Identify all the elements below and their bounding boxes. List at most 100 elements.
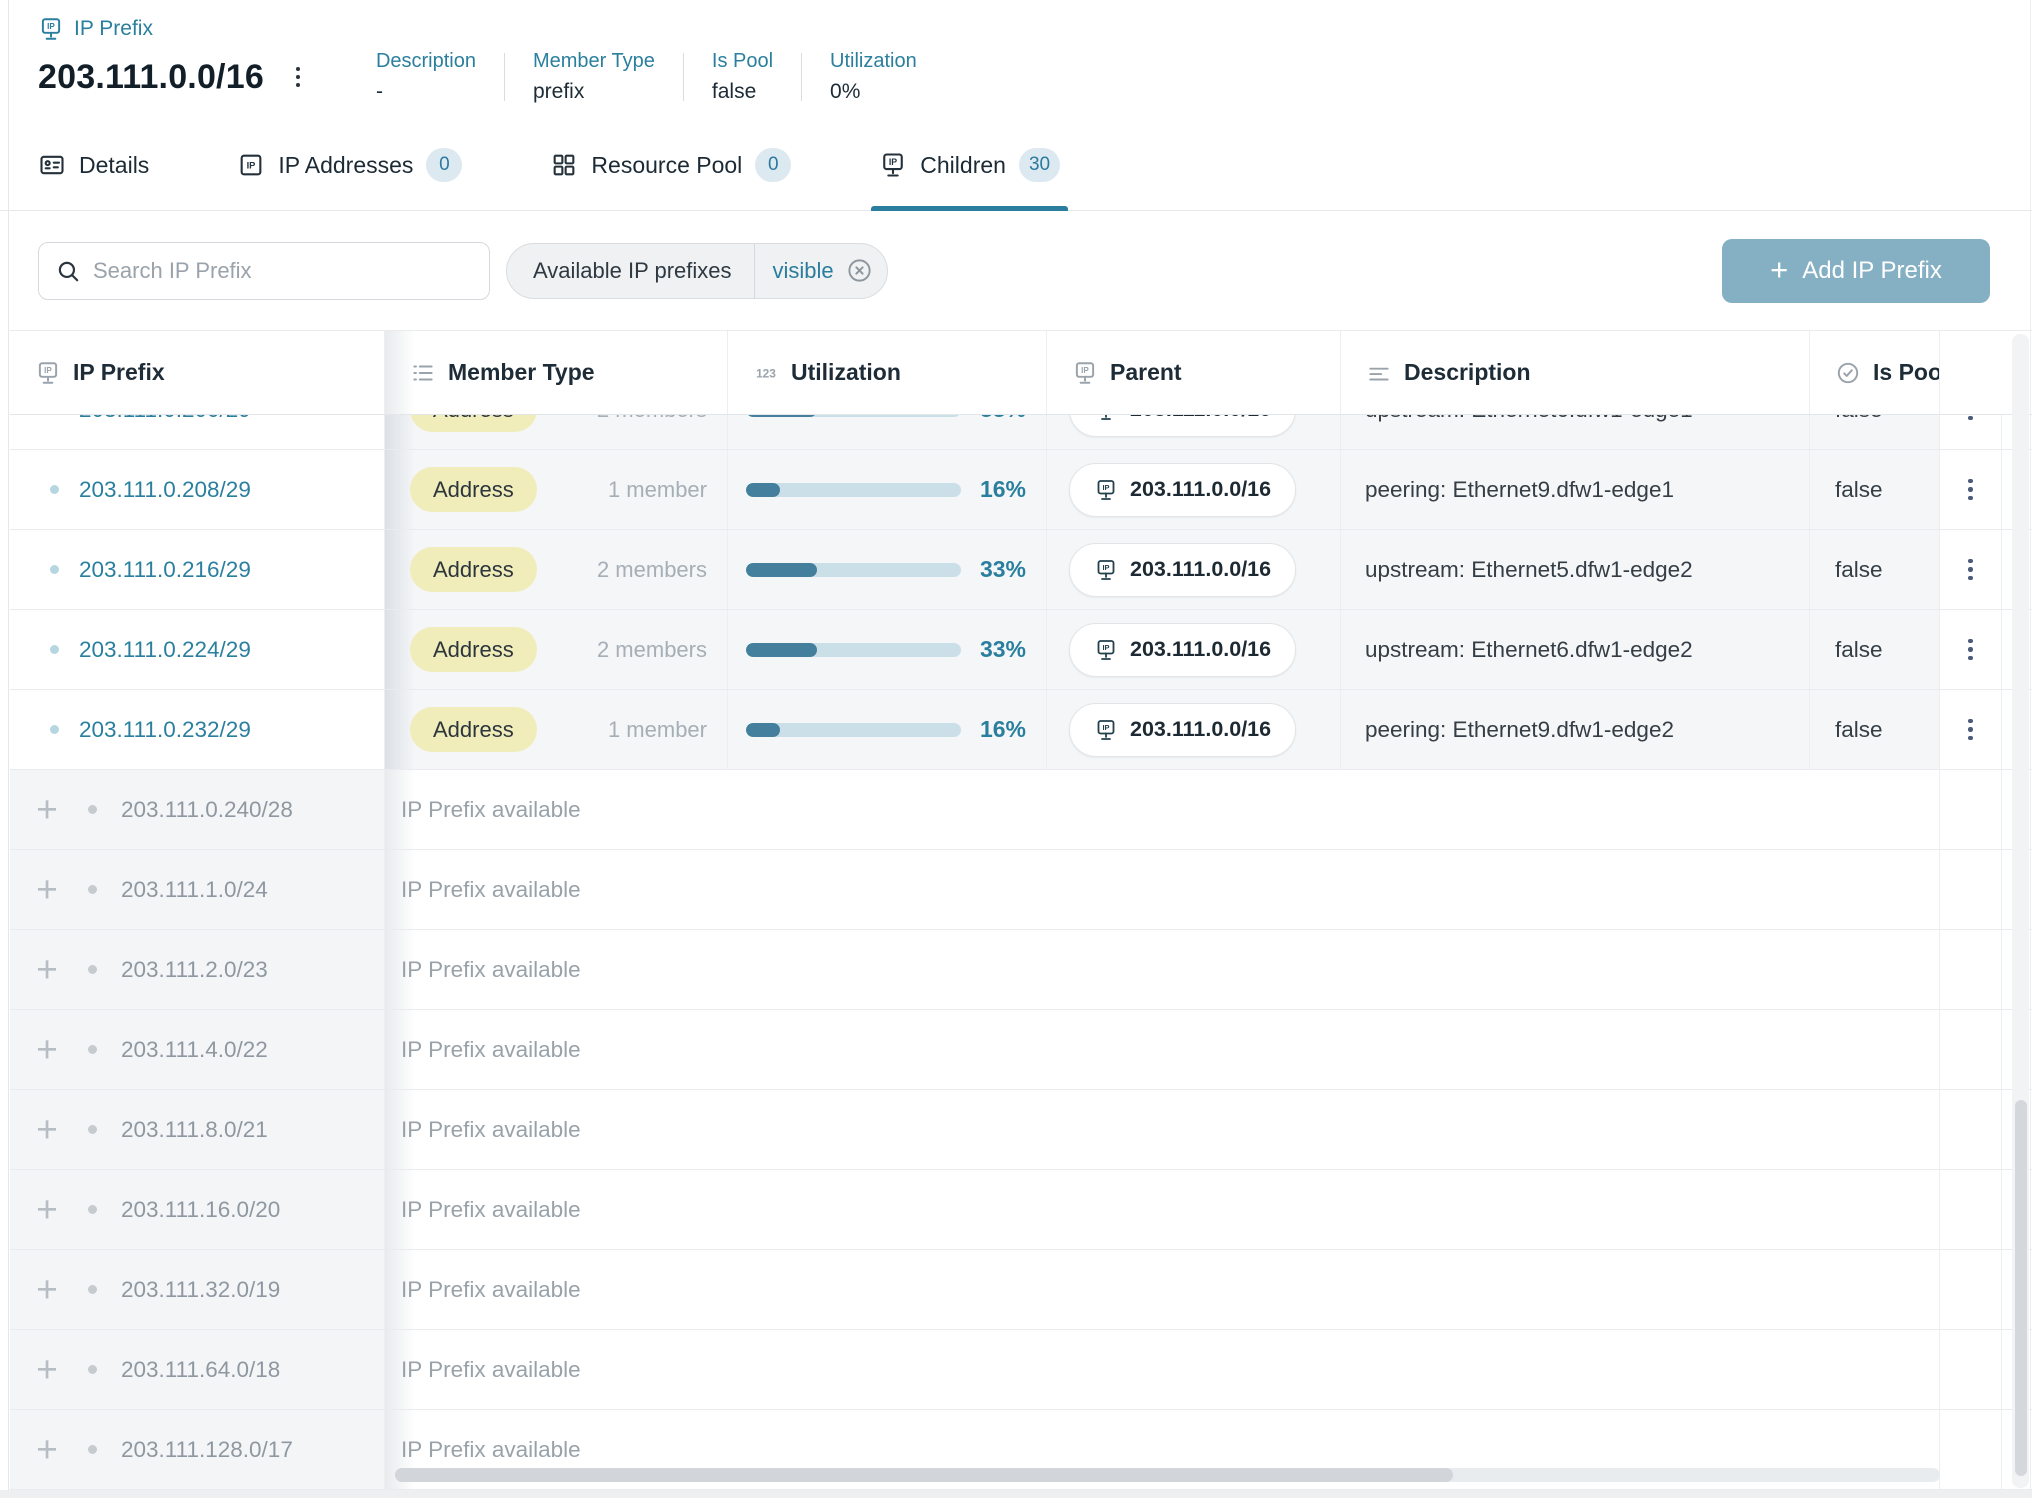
available-prefix-label: 203.111.4.0/22	[121, 1037, 268, 1063]
row-menu-button[interactable]	[1962, 415, 1979, 426]
member-type-badge: Address	[410, 415, 537, 432]
list-icon	[410, 360, 436, 386]
vertical-scrollbar-thumb[interactable]	[2015, 1100, 2027, 1476]
add-available-prefix-button[interactable]: +	[32, 951, 62, 988]
table-row: +203.111.32.0/19IP Prefix available	[10, 1250, 2032, 1330]
prefix-link[interactable]: 203.111.0.224/29	[79, 637, 251, 663]
add-ip-prefix-button[interactable]: Add IP Prefix	[1722, 239, 1990, 303]
add-available-prefix-button[interactable]: +	[32, 1431, 62, 1468]
cell-utilization: 33%	[728, 415, 1047, 449]
add-available-prefix-button[interactable]: +	[32, 791, 62, 828]
filter-chip[interactable]: Available IP prefixes visible	[506, 243, 888, 299]
horizontal-scrollbar-thumb[interactable]	[395, 1468, 1453, 1482]
column-header-ip-prefix[interactable]: IP IP Prefix	[10, 331, 385, 414]
meta-utilization: Utilization 0%	[802, 50, 945, 104]
tab-details[interactable]: Details	[38, 120, 149, 210]
member-type-badge: Address	[410, 547, 537, 592]
cell-actions	[1940, 610, 2002, 689]
member-count: 2 members	[597, 637, 707, 663]
utilization-percent: 16%	[980, 716, 1026, 743]
row-menu-button[interactable]	[1962, 473, 1979, 507]
table-row: +203.111.4.0/22IP Prefix available	[10, 1010, 2032, 1090]
parent-link[interactable]: IP203.111.0.0/16	[1069, 623, 1296, 677]
prefix-link[interactable]: 203.111.0.208/29	[79, 477, 251, 503]
svg-text:IP: IP	[1102, 483, 1109, 492]
cell-parent: IP203.111.0.0/16	[1047, 690, 1341, 769]
add-available-prefix-button[interactable]: +	[32, 1351, 62, 1388]
cell-actions	[1940, 850, 2002, 929]
prefix-link[interactable]: 203.111.0.216/29	[79, 557, 251, 583]
tab-badge: 30	[1019, 148, 1060, 182]
member-count: 1 member	[608, 477, 707, 503]
column-header-is-pool[interactable]: Is Pool	[1810, 331, 1940, 414]
filter-chip-value: visible	[755, 258, 846, 284]
tab-resource-pool[interactable]: Resource Pool 0	[550, 120, 791, 210]
member-count: 1 member	[608, 717, 707, 743]
add-available-prefix-button[interactable]: +	[32, 1271, 62, 1308]
svg-text:123: 123	[756, 366, 776, 380]
svg-text:IP: IP	[1102, 563, 1109, 572]
cell-is-pool: false	[1810, 450, 1940, 529]
table-row: +203.111.16.0/20IP Prefix available	[10, 1170, 2032, 1250]
tab-badge: 0	[426, 148, 462, 182]
ip-prefix-icon: IP	[35, 360, 61, 386]
meta-bar: Description - Member Type prefix Is Pool…	[348, 50, 945, 104]
network-device-icon: IP	[879, 151, 907, 179]
horizontal-scrollbar[interactable]	[395, 1468, 1940, 1482]
ip-prefix-icon: IP	[1094, 558, 1118, 582]
cell-actions	[1940, 530, 2002, 609]
cell-utilization: 33%	[728, 610, 1047, 689]
utilization-bar	[746, 415, 961, 417]
page-title: 203.111.0.0/16	[38, 58, 264, 97]
add-available-prefix-button[interactable]: +	[32, 1111, 62, 1148]
table-header: IP IP Prefix Member Type 123 Utilization	[10, 330, 2032, 415]
add-available-prefix-button[interactable]: +	[32, 871, 62, 908]
column-header-member-type[interactable]: Member Type	[385, 331, 728, 414]
column-header-utilization[interactable]: 123 Utilization	[728, 331, 1047, 414]
parent-link[interactable]: IP203.111.0.0/16	[1069, 415, 1296, 437]
breadcrumb[interactable]: IP IP Prefix	[38, 16, 2032, 42]
circle-x-icon[interactable]	[846, 257, 873, 284]
tab-children[interactable]: IP Children 30	[879, 120, 1060, 210]
number-123-icon: 123	[753, 360, 779, 386]
utilization-percent: 33%	[980, 415, 1026, 423]
parent-link[interactable]: IP203.111.0.0/16	[1069, 463, 1296, 517]
cell-ip-prefix: 203.111.0.224/29	[10, 610, 385, 689]
prefix-link[interactable]: 203.111.0.200/29	[79, 415, 251, 423]
table-row: 203.111.0.200/29Address2 members33%IP203…	[10, 415, 2032, 450]
column-header-description[interactable]: Description	[1341, 331, 1810, 414]
row-menu-button[interactable]	[1962, 713, 1979, 747]
row-menu-button[interactable]	[1962, 553, 1979, 587]
status-dot-icon	[88, 885, 97, 894]
available-prefix-label: 203.111.32.0/19	[121, 1277, 280, 1303]
ip-prefix-icon: IP	[1072, 360, 1098, 386]
cell-actions	[1940, 770, 2002, 849]
row-menu-button[interactable]	[1962, 633, 1979, 667]
status-dot-icon	[88, 1445, 97, 1454]
status-dot-icon	[50, 485, 59, 494]
cell-available-status: IP Prefix available	[385, 1090, 1940, 1169]
cell-ip-prefix: +203.111.1.0/24	[10, 850, 385, 929]
add-available-prefix-button[interactable]: +	[32, 1031, 62, 1068]
column-header-actions	[1940, 331, 2002, 414]
status-dot-icon	[50, 725, 59, 734]
cell-description: upstream: Ethernet5.dfw1-edge2	[1341, 530, 1810, 609]
utilization-percent: 33%	[980, 556, 1026, 583]
member-type-badge: Address	[410, 467, 537, 512]
parent-link[interactable]: IP203.111.0.0/16	[1069, 543, 1296, 597]
tab-ip-addresses[interactable]: IP IP Addresses 0	[237, 120, 462, 210]
add-available-prefix-button[interactable]: +	[32, 1191, 62, 1228]
utilization-percent: 33%	[980, 636, 1026, 663]
prefix-link[interactable]: 203.111.0.232/29	[79, 717, 251, 743]
page-menu-button[interactable]	[292, 63, 304, 91]
vertical-scrollbar[interactable]	[2012, 334, 2029, 1488]
parent-link[interactable]: IP203.111.0.0/16	[1069, 703, 1296, 757]
table-row: +203.111.2.0/23IP Prefix available	[10, 930, 2032, 1010]
utilization-bar	[746, 483, 961, 497]
parent-prefix-label: 203.111.0.0/16	[1130, 717, 1271, 742]
cell-is-pool: false	[1810, 690, 1940, 769]
status-dot-icon	[88, 1045, 97, 1054]
column-header-parent[interactable]: IP Parent	[1047, 331, 1341, 414]
breadcrumb-label: IP Prefix	[74, 17, 153, 41]
search-input[interactable]	[93, 258, 473, 284]
